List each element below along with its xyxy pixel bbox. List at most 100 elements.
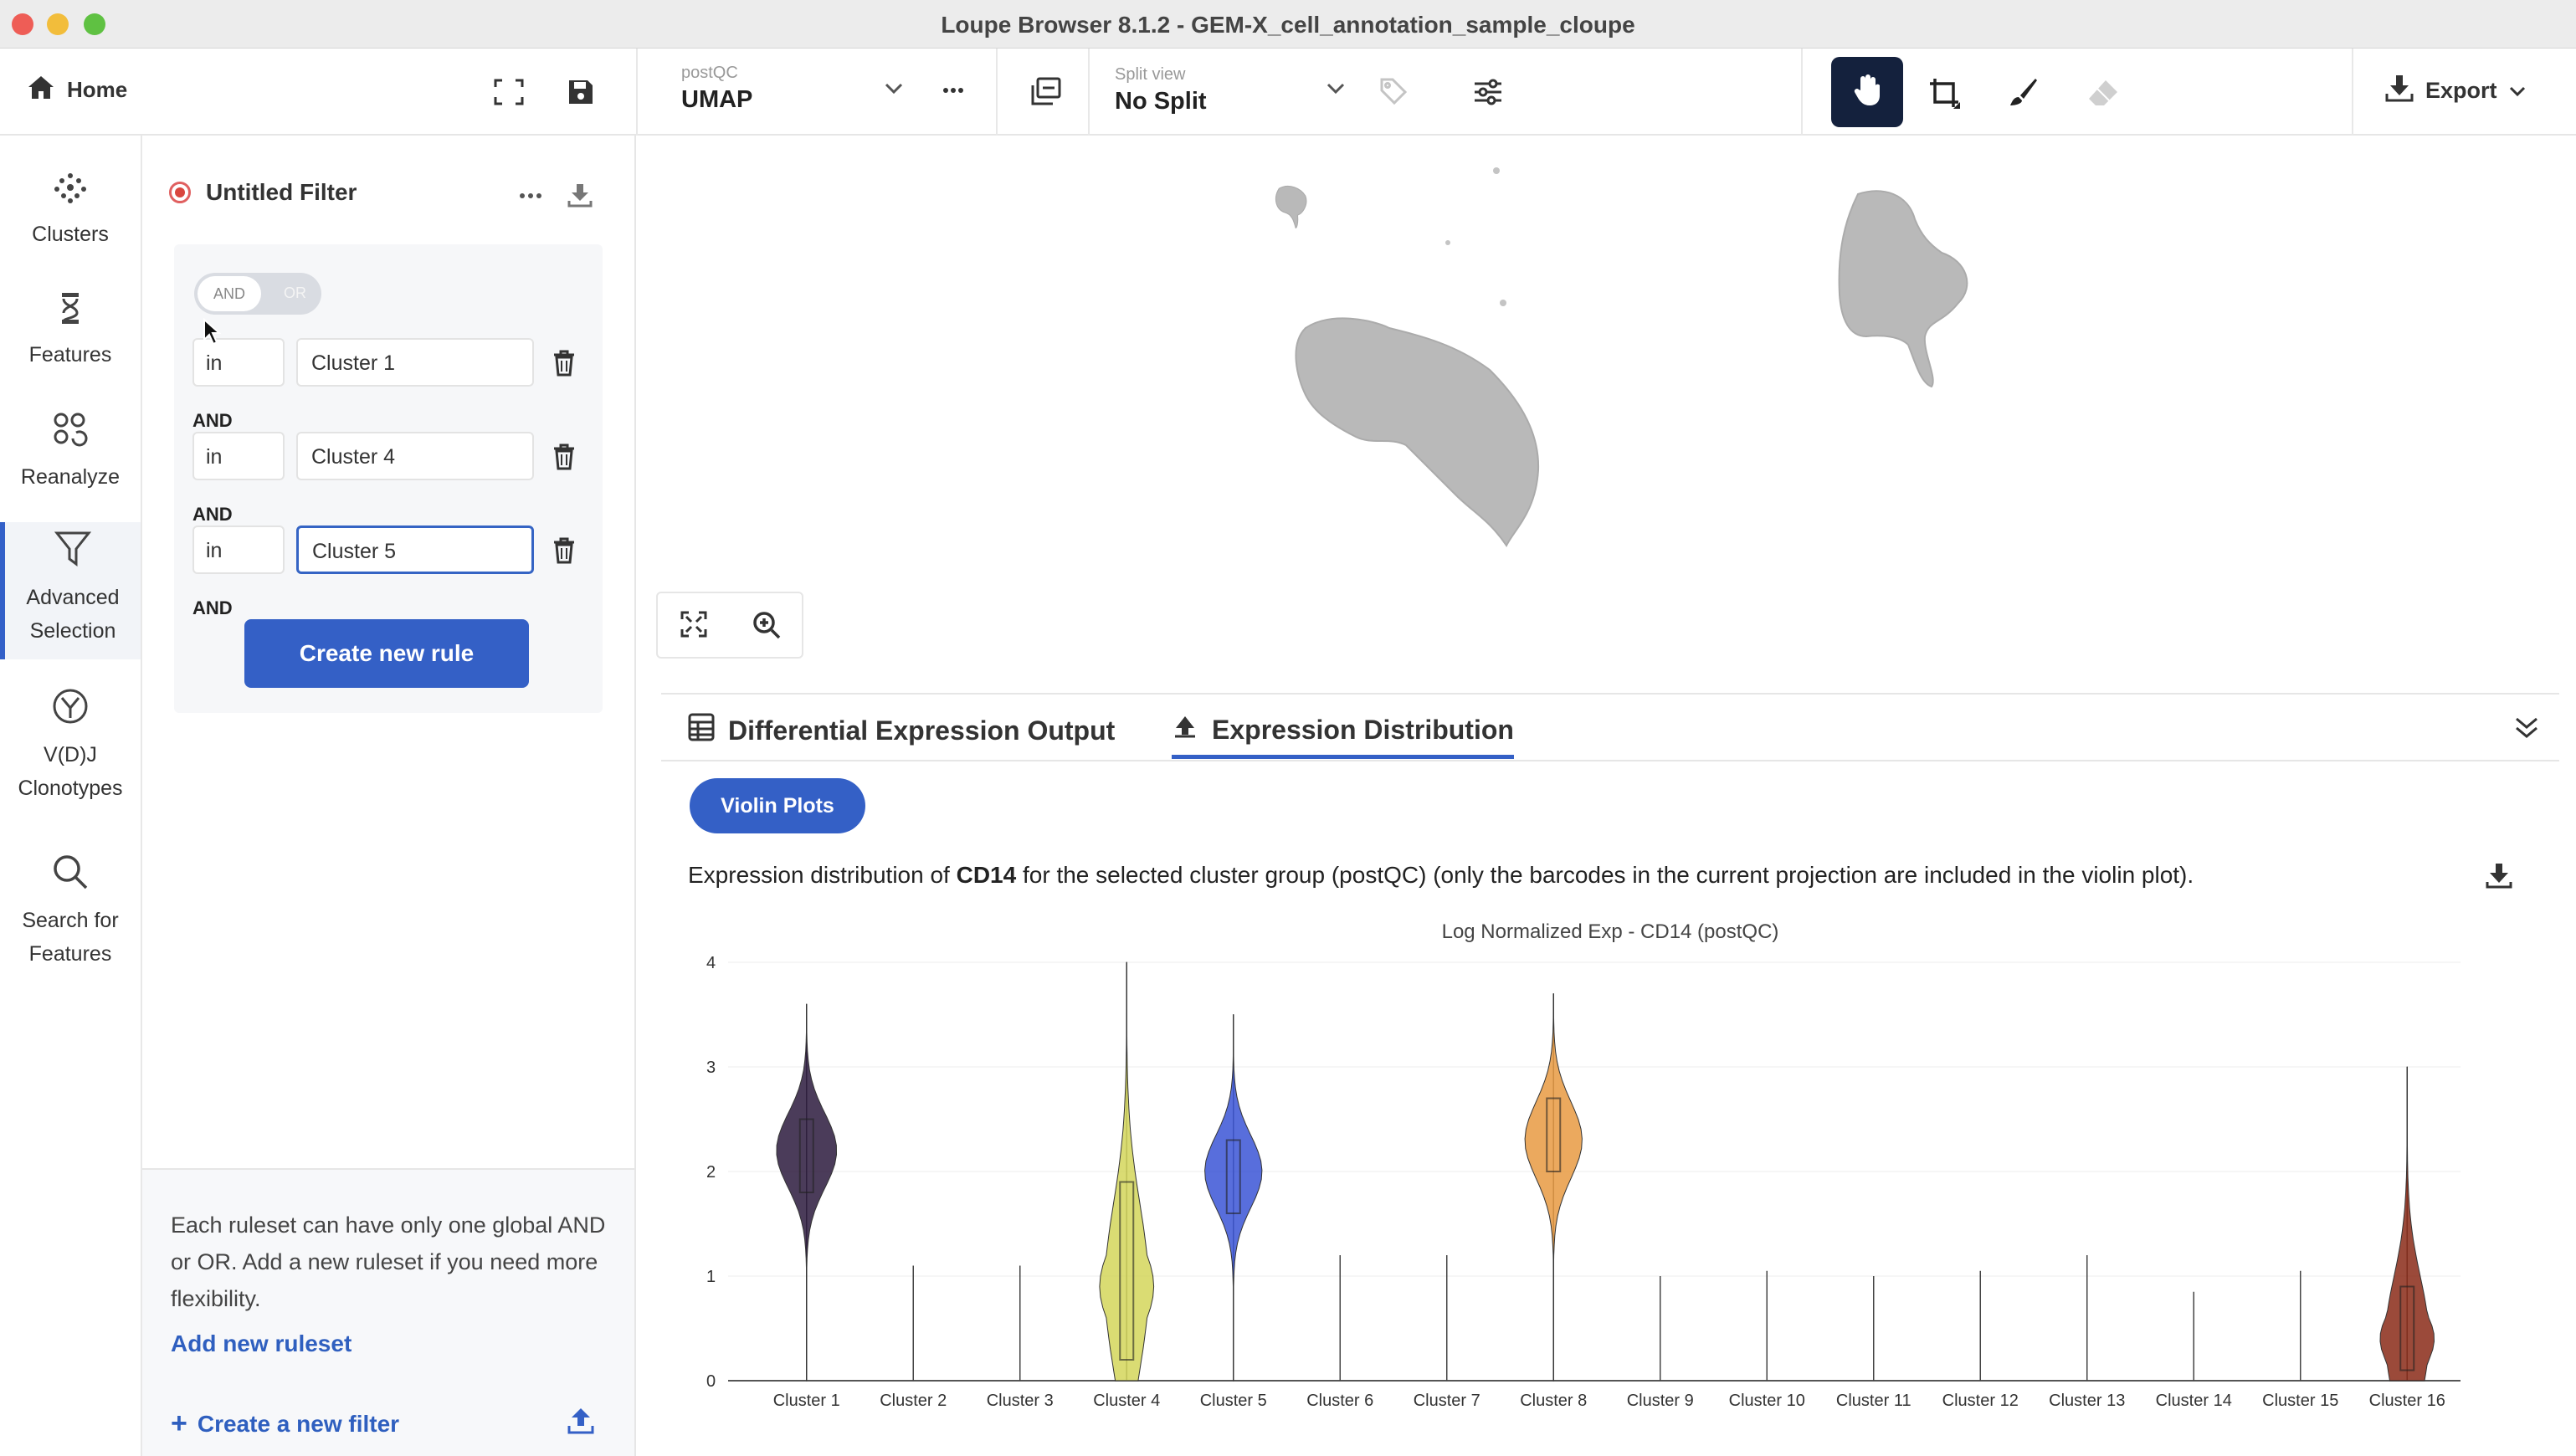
nav-item-search-features[interactable]: Search for Features [0, 854, 141, 971]
rule-value-select[interactable]: Cluster 5 [296, 525, 534, 574]
x-tick-label: Cluster 5 [1200, 1392, 1267, 1410]
fullscreen-icon[interactable] [494, 79, 524, 105]
toolbar-divider [996, 49, 998, 136]
create-rule-button[interactable]: Create new rule [244, 619, 529, 688]
tab-label: Expression Distribution [1212, 714, 1514, 745]
zoom-in-icon[interactable] [752, 610, 782, 644]
violin-plots-button[interactable]: Violin Plots [690, 778, 865, 833]
y-tick-label: 3 [706, 1059, 716, 1077]
rule-operator-select[interactable]: in [192, 525, 285, 574]
download-icon[interactable] [2486, 862, 2512, 893]
title-bar: Loupe Browser 8.1.2 - GEM-X_cell_annotat… [0, 0, 2576, 49]
save-icon[interactable] [567, 79, 594, 105]
chevron-down-icon[interactable] [884, 82, 904, 95]
filter-panel: Untitled Filter AND OR in Cluster 1 AND … [142, 136, 636, 1456]
joiner-label: AND [192, 597, 233, 618]
x-tick-label: Cluster 8 [1520, 1392, 1587, 1410]
x-tick-label: Cluster 11 [1836, 1392, 1911, 1410]
x-tick-label: Cluster 15 [2262, 1392, 2338, 1410]
home-button[interactable]: Home [27, 74, 127, 106]
expression-description: Expression distribution of CD14 for the … [688, 862, 2194, 889]
trash-icon[interactable] [552, 350, 576, 381]
projection-dropdown[interactable]: postQC UMAP [681, 64, 752, 114]
left-nav: Clusters Features Reanalyze Advanced Sel… [0, 136, 142, 1456]
nav-item-clusters[interactable]: Clusters [0, 171, 141, 251]
and-or-toggle[interactable]: AND OR [194, 273, 321, 315]
ruleset-card: AND OR in Cluster 1 AND in Cluster 4 AND… [174, 244, 603, 713]
violin-chart: 0 1 2 3 4 Cluster 1 Cluster 2 Cluster 3 Cluster … [706, 954, 2461, 1410]
download-icon[interactable] [567, 182, 593, 208]
home-label: Home [67, 77, 128, 102]
features-icon [0, 291, 141, 335]
desc-gene: CD14 [956, 862, 1017, 888]
toggle-or-option[interactable]: OR [284, 285, 306, 302]
chevron-down-icon [2509, 78, 2526, 104]
chart-title: Log Normalized Exp - CD14 (postQC) [1441, 920, 1779, 943]
vdj-icon [0, 688, 141, 735]
desc-suffix: for the selected cluster group (postQC) … [1016, 862, 2194, 888]
pan-tool-button[interactable] [1831, 57, 1903, 127]
toggle-and-option[interactable]: AND [198, 276, 261, 311]
reanalyze-icon [0, 410, 141, 457]
y-tick-label: 0 [706, 1372, 716, 1391]
y-tick-label: 4 [706, 954, 716, 972]
filter-panel-footer: Each ruleset can have only one global AN… [142, 1168, 634, 1456]
crop-select-icon[interactable] [1928, 77, 1962, 110]
x-tick-label: Cluster 14 [2156, 1392, 2232, 1410]
nav-item-features[interactable]: Features [0, 291, 141, 372]
nav-item-vdj-clonotypes[interactable]: V(D)J Clonotypes [0, 688, 141, 805]
nav-label-search-features: Search for Features [22, 909, 119, 966]
filter-status-icon [169, 182, 191, 203]
nav-item-advanced-selection[interactable]: Advanced Selection [0, 522, 141, 659]
umap-scatter [1275, 167, 1968, 547]
x-tick-label: Cluster 2 [880, 1392, 947, 1410]
trash-icon[interactable] [552, 443, 576, 474]
toolbar-divider [1088, 49, 1090, 136]
export-label: Export [2425, 78, 2497, 103]
distribution-icon [1172, 713, 1198, 746]
umap-plot-area[interactable] [636, 136, 2576, 671]
joiner-label: AND [192, 504, 233, 525]
umap-point [1493, 167, 1500, 174]
tag-icon[interactable] [1379, 77, 1408, 105]
tab-differential-expression[interactable]: Differential Expression Output [688, 713, 1115, 748]
upload-icon[interactable] [567, 1407, 594, 1438]
trash-icon[interactable] [552, 537, 576, 568]
filter-title[interactable]: Untitled Filter [206, 179, 357, 206]
y-tick-label: 1 [706, 1268, 716, 1286]
collapse-chevrons-icon[interactable] [2514, 716, 2539, 744]
tab-expression-distribution[interactable]: Expression Distribution [1172, 713, 1514, 759]
toolbar-divider [636, 49, 638, 136]
x-tick-label: Cluster 3 [987, 1392, 1054, 1410]
create-filter-label: Create a new filter [197, 1410, 400, 1437]
x-tick-label: Cluster 1 [773, 1392, 840, 1410]
plus-icon: + [171, 1407, 187, 1439]
nav-item-reanalyze[interactable]: Reanalyze [0, 410, 141, 494]
x-tick-label: Cluster 13 [2049, 1392, 2125, 1410]
violin-shape [2379, 1066, 2435, 1382]
settings-sliders-icon[interactable] [1473, 79, 1503, 105]
rule-value-select[interactable]: Cluster 1 [296, 338, 534, 387]
create-filter-button[interactable]: + Create a new filter [171, 1407, 399, 1440]
umap-point [1445, 240, 1450, 245]
x-tick-label: Cluster 4 [1093, 1392, 1160, 1410]
projection-label: postQC [681, 64, 738, 82]
umap-point [1500, 300, 1506, 306]
more-icon[interactable] [519, 192, 542, 199]
rule-value-select[interactable]: Cluster 4 [296, 432, 534, 480]
rule-operator-select[interactable]: in [192, 432, 285, 480]
download-icon [2385, 74, 2414, 108]
eraser-icon[interactable] [2087, 79, 2119, 107]
nav-label-reanalyze: Reanalyze [20, 465, 121, 489]
add-ruleset-link[interactable]: Add new ruleset [171, 1330, 352, 1357]
chevron-down-icon[interactable] [1326, 82, 1346, 95]
fit-view-icon[interactable] [680, 610, 708, 643]
duplicate-view-icon[interactable] [1029, 77, 1061, 107]
toolbar-divider [1801, 49, 1803, 136]
projection-value: UMAP [681, 86, 753, 113]
split-view-dropdown[interactable]: Split view No Split [1115, 65, 1207, 115]
brush-icon[interactable] [2009, 77, 2039, 107]
hand-icon [1852, 74, 1882, 111]
export-button[interactable]: Export [2385, 74, 2526, 108]
more-icon[interactable] [942, 87, 964, 94]
